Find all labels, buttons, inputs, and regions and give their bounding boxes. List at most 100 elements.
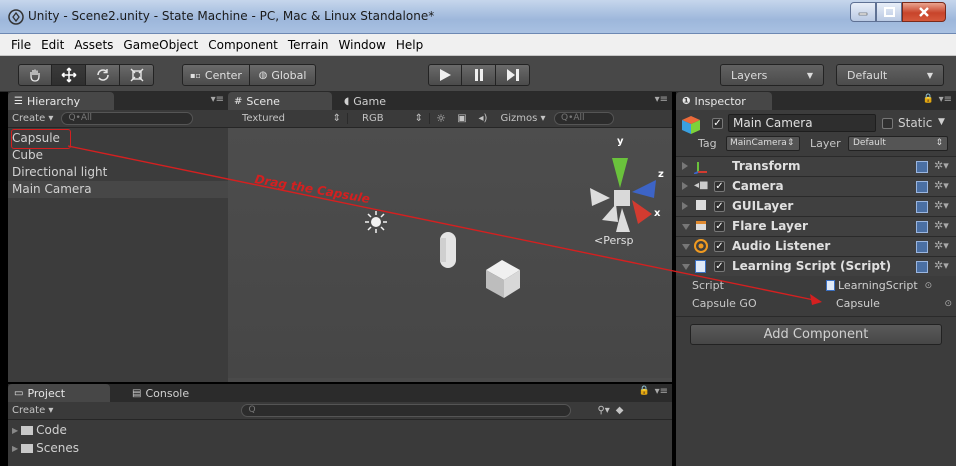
tab-scene[interactable]: # Scene	[228, 92, 332, 110]
hierarchy-search-input[interactable]: Q•All	[61, 112, 194, 125]
panel-menu-icon[interactable]: ▾≡	[655, 386, 668, 397]
reference-book-icon[interactable]	[916, 181, 928, 193]
reference-book-icon[interactable]	[916, 241, 928, 253]
component-camera[interactable]: ◂■ ✓ Camera ✲▾	[676, 176, 956, 196]
image-effects-toggle[interactable]: ▣	[452, 113, 472, 124]
component-learning-script[interactable]: ✓ Learning Script (Script) ✲▾	[676, 256, 956, 276]
project-folder-code[interactable]: ▶ Code	[12, 422, 67, 438]
component-enabled-checkbox[interactable]: ✓	[714, 181, 725, 192]
reference-book-icon[interactable]	[916, 261, 928, 273]
expand-arrow-icon[interactable]: ▶	[12, 444, 18, 453]
reference-book-icon[interactable]	[916, 201, 928, 213]
panel-menu-icon[interactable]: ▾≡	[939, 94, 952, 105]
gear-icon[interactable]: ✲▾	[934, 219, 949, 232]
static-dropdown-icon[interactable]: ▼	[938, 117, 945, 127]
render-mode-dropdown[interactable]: Textured ⇕	[228, 113, 348, 124]
component-transform[interactable]: Transform ✲▾	[676, 156, 956, 176]
hierarchy-item-directional-light[interactable]: Directional light	[8, 164, 228, 181]
menu-help[interactable]: Help	[391, 38, 428, 52]
tag-dropdown[interactable]: MainCamera⇕	[726, 136, 800, 151]
persp-label[interactable]: <Persp	[594, 234, 633, 247]
gear-icon[interactable]: ✲▾	[934, 199, 949, 212]
component-enabled-checkbox[interactable]: ✓	[714, 221, 725, 232]
lighting-toggle[interactable]: ☼	[430, 112, 452, 125]
scene-viewport[interactable]: y z x <Persp Drag the Capsule	[228, 128, 672, 378]
tab-game[interactable]: ◖ Game	[338, 92, 418, 110]
project-search-input[interactable]: Q	[241, 404, 572, 417]
component-audio-listener[interactable]: ✓ Audio Listener ✲▾	[676, 236, 956, 256]
expand-arrow-icon[interactable]: ▶	[12, 426, 18, 435]
static-checkbox[interactable]	[882, 118, 893, 129]
menu-window[interactable]: Window	[334, 38, 391, 52]
gear-icon[interactable]: ✲▾	[934, 239, 949, 252]
panel-menu-icon[interactable]: ▾≡	[655, 94, 668, 105]
tab-project[interactable]: ▭ Project	[8, 384, 110, 402]
menu-file[interactable]: File	[6, 38, 36, 52]
menu-component[interactable]: Component	[203, 38, 283, 52]
maximize-button[interactable]	[876, 2, 902, 22]
object-picker-icon[interactable]: ⊙	[925, 281, 933, 291]
move-tool-button[interactable]	[52, 64, 86, 86]
gizmos-dropdown[interactable]: Gizmos ▾	[494, 113, 552, 124]
tab-console[interactable]: ▤ Console	[126, 384, 216, 402]
menu-terrain[interactable]: Terrain	[283, 38, 334, 52]
gear-icon[interactable]: ✲▾	[934, 159, 949, 172]
hierarchy-item-cube[interactable]: Cube	[8, 147, 228, 164]
scale-tool-button[interactable]	[120, 64, 154, 86]
step-button[interactable]	[496, 64, 530, 86]
pivot-global-toggle[interactable]: ◍ Global	[250, 64, 316, 86]
rotate-tool-button[interactable]	[86, 64, 120, 86]
reference-book-icon[interactable]	[916, 221, 928, 233]
project-create-button[interactable]: Create ▾	[8, 405, 57, 416]
capsule-go-field[interactable]: Capsule ⊙	[836, 296, 952, 311]
component-enabled-checkbox[interactable]: ✓	[714, 241, 725, 252]
minimize-button[interactable]	[850, 2, 876, 22]
layer-dropdown[interactable]: Default ⇕	[848, 136, 948, 151]
menu-gameobject[interactable]: GameObject	[118, 38, 203, 52]
scene-search-input[interactable]: Q•All	[554, 112, 614, 125]
project-folder-scenes[interactable]: ▶ Scenes	[12, 440, 79, 456]
filter-by-label-icon[interactable]: ◆	[616, 405, 624, 416]
layout-dropdown[interactable]: Default ▼	[836, 64, 944, 86]
menu-assets[interactable]: Assets	[69, 38, 118, 52]
menu-edit[interactable]: Edit	[36, 38, 69, 52]
color-mode-dropdown[interactable]: RGB ⇕	[348, 113, 430, 124]
tab-inspector[interactable]: ❶ Inspector	[676, 92, 772, 110]
scene-orientation-gizmo[interactable]	[590, 158, 656, 232]
directional-light-icon[interactable]	[365, 211, 387, 233]
component-enabled-checkbox[interactable]: ✓	[714, 261, 725, 272]
lock-icon[interactable]: 🔒	[639, 386, 650, 396]
component-guilayer[interactable]: ✓ GUILayer ✲▾	[676, 196, 956, 216]
component-flare-layer[interactable]: ✓ Flare Layer ✲▾	[676, 216, 956, 236]
capsule-object[interactable]	[440, 232, 456, 268]
tab-hierarchy[interactable]: ☰ Hierarchy	[8, 92, 114, 110]
foldout-arrow-icon[interactable]	[682, 224, 690, 230]
panel-menu-icon[interactable]: ▾≡	[211, 94, 224, 105]
foldout-arrow-icon[interactable]	[682, 162, 688, 170]
object-name-field[interactable]: Main Camera	[728, 114, 876, 132]
object-picker-icon[interactable]: ⊙	[944, 299, 952, 309]
play-button[interactable]	[428, 64, 462, 86]
add-component-button[interactable]: Add Component	[690, 324, 942, 345]
layers-dropdown[interactable]: Layers ▼	[720, 64, 824, 86]
component-enabled-checkbox[interactable]: ✓	[714, 201, 725, 212]
pause-button[interactable]	[462, 64, 496, 86]
audio-toggle[interactable]: ◂)	[472, 113, 494, 124]
foldout-arrow-icon[interactable]	[682, 244, 690, 250]
pivot-center-toggle[interactable]: ▪▫ Center	[182, 64, 250, 86]
foldout-arrow-icon[interactable]	[682, 202, 688, 210]
cube-object[interactable]	[486, 260, 520, 298]
hand-tool-button[interactable]	[18, 64, 52, 86]
lock-icon[interactable]: 🔒	[923, 94, 934, 104]
hierarchy-create-button[interactable]: Create ▾	[8, 113, 57, 124]
foldout-arrow-icon[interactable]	[682, 264, 690, 270]
gear-icon[interactable]: ✲▾	[934, 179, 949, 192]
gameobject-active-checkbox[interactable]: ✓	[712, 118, 723, 129]
hierarchy-item-main-camera[interactable]: Main Camera	[8, 181, 228, 198]
foldout-arrow-icon[interactable]	[682, 182, 688, 190]
script-object-field[interactable]: LearningScript ⊙	[826, 278, 952, 293]
filter-by-type-icon[interactable]: ⚲▾	[597, 405, 609, 416]
close-button[interactable]	[902, 2, 946, 22]
reference-book-icon[interactable]	[916, 161, 928, 173]
gear-icon[interactable]: ✲▾	[934, 259, 949, 272]
